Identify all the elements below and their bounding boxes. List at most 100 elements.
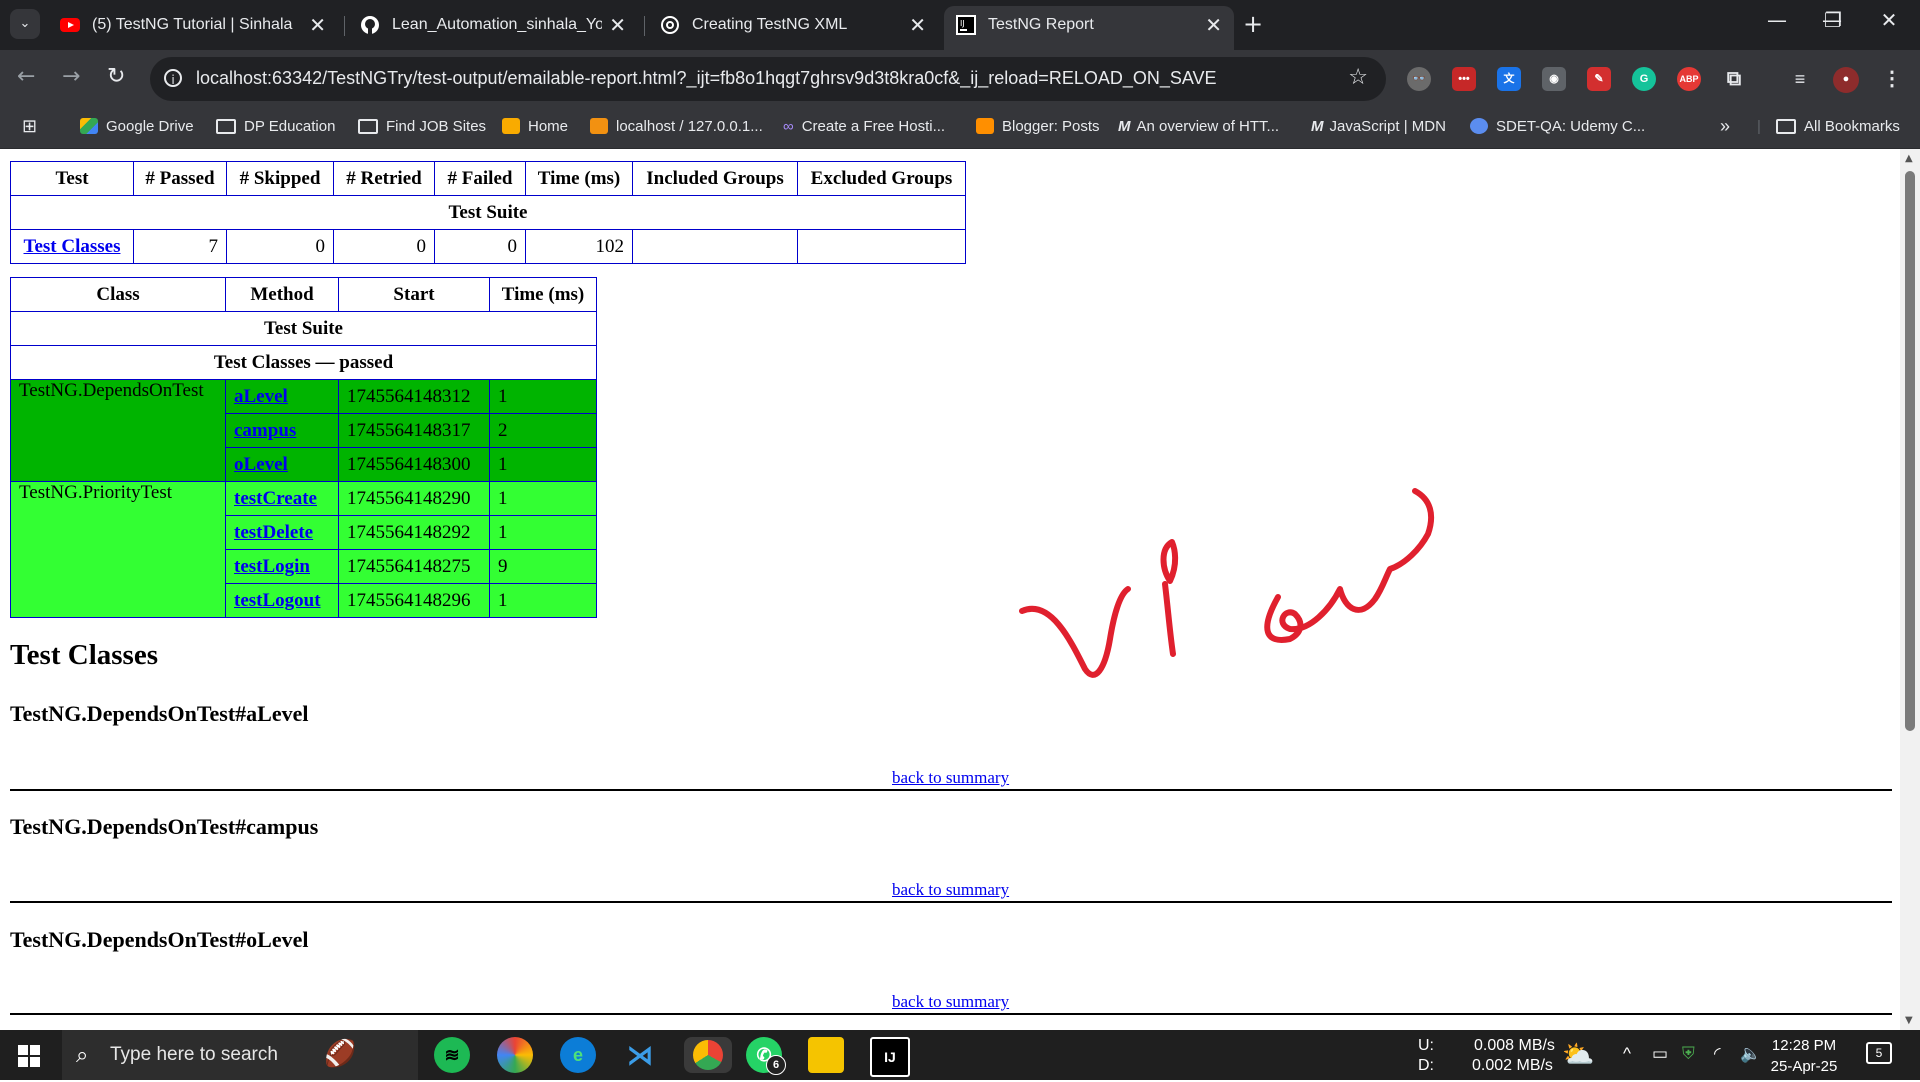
bookmark-home[interactable]: Home bbox=[502, 118, 568, 135]
address-bar[interactable]: i localhost:63342/TestNGTry/test-output/… bbox=[150, 57, 1386, 101]
weather-icon[interactable]: ⛅ bbox=[1562, 1039, 1594, 1070]
report-page: Test # Passed # Skipped # Retried # Fail… bbox=[0, 149, 1900, 1030]
method-link[interactable]: testCreate bbox=[234, 488, 317, 509]
method-link[interactable]: testDelete bbox=[234, 522, 313, 543]
bookmark-http-overview[interactable]: M An overview of HTT... bbox=[1118, 118, 1279, 135]
close-icon[interactable]: ✕ bbox=[309, 13, 326, 38]
upload-speed: 0.008 MB/s bbox=[1474, 1037, 1555, 1054]
method-time: 9 bbox=[489, 549, 597, 584]
method-start: 1745564148312 bbox=[338, 379, 490, 414]
method-start: 1745564148290 bbox=[338, 481, 490, 516]
back-arrow-icon[interactable]: ← bbox=[17, 64, 35, 89]
method-link[interactable]: campus bbox=[234, 420, 296, 441]
tab-github[interactable]: Lean_Automation_sinhala_Yout ✕ bbox=[348, 6, 638, 44]
volume-icon[interactable]: 🔈 bbox=[1740, 1044, 1761, 1064]
whatsapp-icon[interactable]: ✆ 6 bbox=[746, 1037, 786, 1075]
method-link[interactable]: testLogin bbox=[234, 556, 310, 577]
search-highlight-icon: 🏈 bbox=[324, 1038, 357, 1068]
methods-header-row: Class Method Start Time (ms) bbox=[10, 277, 597, 312]
edge-icon[interactable]: e bbox=[560, 1037, 596, 1073]
passed-count: 7 bbox=[133, 229, 227, 264]
close-icon[interactable]: ✕ bbox=[609, 13, 626, 38]
notification-center-icon[interactable]: 5 bbox=[1866, 1042, 1892, 1064]
method-time: 1 bbox=[489, 583, 597, 618]
bookmark-label: An overview of HTT... bbox=[1136, 118, 1280, 135]
more-bookmarks-button[interactable]: » bbox=[1720, 116, 1730, 137]
apps-grid-icon[interactable]: ⊞ bbox=[22, 116, 37, 137]
minimize-button[interactable]: — bbox=[1749, 8, 1805, 32]
bookmark-sdet-qa[interactable]: SDET-QA: Udemy C... bbox=[1470, 118, 1645, 135]
taskbar-clock[interactable]: 12:28 PM 25-Apr-25 bbox=[1768, 1035, 1840, 1077]
scrollbar-thumb[interactable] bbox=[1905, 171, 1915, 731]
battery-icon[interactable]: ▭ bbox=[1652, 1044, 1668, 1064]
bookmark-label: localhost / 127.0.0.1... bbox=[616, 118, 763, 135]
suite-title: Test Suite bbox=[10, 195, 966, 230]
methods-table: Class Method Start Time (ms) Test Suite … bbox=[10, 277, 597, 618]
test-classes-link[interactable]: Test Classes bbox=[24, 236, 121, 257]
bookmark-javascript-mdn[interactable]: M JavaScript | MDN bbox=[1311, 118, 1446, 135]
media-control-icon[interactable]: ≡ bbox=[1788, 67, 1812, 91]
extension-camera-icon[interactable]: ◉ bbox=[1542, 67, 1566, 91]
tab-youtube[interactable]: (5) TestNG Tutorial | Sinhala | PA ✕ bbox=[48, 6, 338, 44]
forward-arrow-icon[interactable]: → bbox=[62, 64, 80, 89]
paint-app-icon[interactable] bbox=[497, 1037, 533, 1073]
bookmark-blogger[interactable]: Blogger: Posts bbox=[976, 118, 1100, 135]
bookmark-google-drive[interactable]: Google Drive bbox=[80, 118, 194, 135]
windows-start-icon[interactable] bbox=[18, 1045, 40, 1067]
wifi-icon[interactable]: ◜ bbox=[1714, 1044, 1721, 1064]
extension-adblock-icon[interactable]: ABP bbox=[1677, 67, 1701, 91]
back-to-summary-link[interactable]: back to summary bbox=[892, 992, 1009, 1012]
close-icon[interactable]: ✕ bbox=[1205, 13, 1222, 38]
clock-time: 12:28 PM bbox=[1771, 1037, 1837, 1054]
vertical-scrollbar[interactable]: ▲ ▼ bbox=[1900, 149, 1920, 1030]
intellij-taskbar-icon[interactable]: IJ bbox=[870, 1037, 910, 1077]
profile-avatar[interactable]: ● bbox=[1833, 67, 1859, 93]
extension-color-picker-icon[interactable]: ✎ bbox=[1587, 67, 1611, 91]
restore-button[interactable]: ❐ bbox=[1805, 8, 1861, 32]
new-tab-button[interactable]: + bbox=[1243, 10, 1263, 38]
scroll-down-arrow-icon[interactable]: ▼ bbox=[1905, 1015, 1913, 1026]
security-shield-icon[interactable]: ⛨ bbox=[1682, 1044, 1695, 1064]
back-to-summary-link[interactable]: back to summary bbox=[892, 768, 1009, 788]
method-link[interactable]: aLevel bbox=[234, 386, 288, 407]
tab-testng-report[interactable]: IJ TestNG Report ✕ bbox=[944, 6, 1234, 50]
scroll-up-arrow-icon[interactable]: ▲ bbox=[1905, 153, 1913, 164]
close-icon[interactable]: ✕ bbox=[909, 13, 926, 38]
spotify-icon[interactable]: ≋ bbox=[434, 1037, 470, 1073]
vscode-icon[interactable]: ⋊ bbox=[622, 1037, 658, 1073]
taskbar-search-box[interactable]: ⌕ Type here to search 🏈 bbox=[62, 1030, 418, 1080]
bookmark-star-icon[interactable]: ☆ bbox=[1348, 65, 1368, 90]
bookmark-label: DP Education bbox=[244, 118, 336, 135]
extensions-puzzle-icon[interactable]: ⧉ bbox=[1722, 67, 1746, 91]
bookmark-free-hosting[interactable]: ∞ Create a Free Hosti... bbox=[783, 118, 945, 135]
site-info-icon[interactable]: i bbox=[164, 69, 182, 87]
extension-grammarly-icon[interactable]: G bbox=[1632, 67, 1656, 91]
bookmark-dp-education[interactable]: DP Education bbox=[216, 118, 335, 135]
header-start: Start bbox=[338, 277, 490, 312]
extension-dots-icon[interactable]: ••• bbox=[1452, 67, 1476, 91]
intellij-icon: IJ bbox=[956, 15, 976, 35]
close-window-button[interactable]: ✕ bbox=[1861, 8, 1917, 32]
bookmark-localhost[interactable]: localhost / 127.0.0.1... bbox=[590, 118, 763, 135]
divider bbox=[10, 1013, 1892, 1015]
tab-search-dropdown[interactable]: ⌄ bbox=[10, 9, 40, 39]
show-hidden-icons-chevron-icon[interactable]: ^ bbox=[1623, 1044, 1631, 1064]
method-link[interactable]: testLogout bbox=[234, 590, 321, 611]
all-bookmarks-button[interactable]: All Bookmarks bbox=[1776, 118, 1900, 135]
bookmark-find-job-sites[interactable]: Find JOB Sites bbox=[358, 118, 486, 135]
extension-glasses-icon[interactable]: 👓 bbox=[1407, 67, 1431, 91]
method-time: 1 bbox=[489, 515, 597, 550]
method-link[interactable]: oLevel bbox=[234, 454, 288, 475]
address-url[interactable]: localhost:63342/TestNGTry/test-output/em… bbox=[196, 68, 1217, 89]
mdn-icon: M bbox=[1118, 118, 1131, 135]
menu-kebab-icon[interactable]: ⋮ bbox=[1880, 67, 1904, 91]
back-to-summary-link[interactable]: back to summary bbox=[892, 880, 1009, 900]
extension-translate-icon[interactable]: 文 bbox=[1497, 67, 1521, 91]
bookmark-label: Blogger: Posts bbox=[1002, 118, 1100, 135]
tab-creating-testng-xml[interactable]: Creating TestNG XML ✕ bbox=[648, 6, 938, 44]
chrome-icon[interactable] bbox=[684, 1037, 732, 1073]
file-explorer-icon[interactable] bbox=[808, 1037, 844, 1073]
openai-icon bbox=[661, 16, 679, 34]
reload-icon[interactable]: ↻ bbox=[107, 64, 125, 89]
notification-count: 5 bbox=[1875, 1046, 1883, 1060]
